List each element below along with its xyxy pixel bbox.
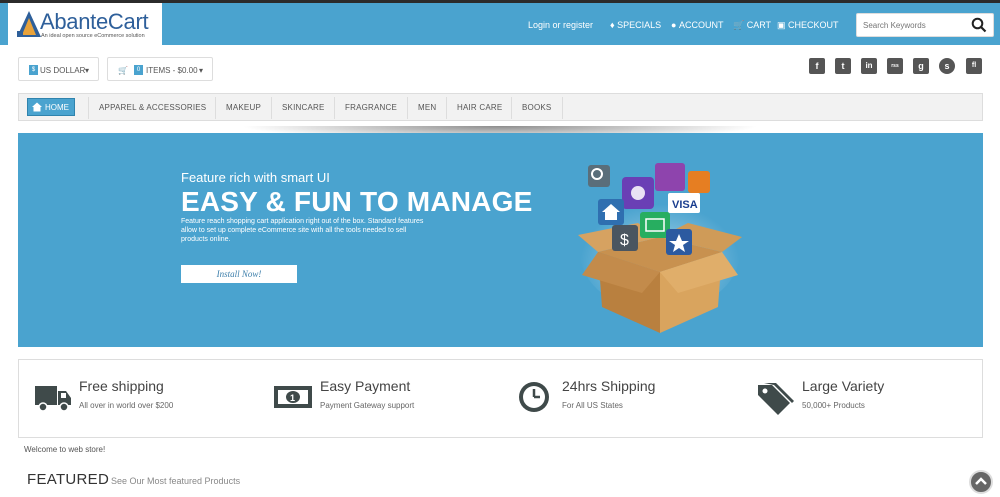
tags-icon	[758, 383, 794, 415]
box-illustration: VISA $	[578, 163, 742, 333]
scroll-to-top-button[interactable]	[969, 470, 993, 494]
search-input[interactable]	[857, 14, 967, 36]
nav-divider	[446, 97, 447, 119]
nav-apparel[interactable]: APPAREL & ACCESSORIES	[99, 103, 206, 112]
truck-icon	[35, 386, 71, 412]
install-now-button[interactable]: Install Now!	[181, 265, 297, 283]
nav-divider	[562, 97, 563, 119]
hero-banner: Feature rich with smart UI EASY & FUN TO…	[18, 133, 983, 347]
currency-badge: $	[29, 65, 38, 75]
login-link[interactable]: Login or register	[528, 20, 593, 30]
feature-subtitle: Payment Gateway support	[320, 401, 415, 410]
nav-divider	[271, 97, 272, 119]
caret-down-icon: ▾	[199, 66, 204, 75]
featured-subheading: See Our Most featured Products	[111, 476, 241, 486]
specials-link[interactable]: ♦ SPECIALS	[610, 20, 661, 30]
flickr-icon[interactable]: fl	[966, 58, 982, 74]
linkedin-icon[interactable]: in	[861, 58, 877, 74]
nav-hair-care[interactable]: HAIR CARE	[457, 103, 502, 112]
banknote-icon: 1	[274, 386, 312, 408]
welcome-text: Welcome to web store!	[24, 445, 106, 454]
nav-fragrance[interactable]: FRAGRANCE	[345, 103, 397, 112]
facebook-icon[interactable]: f	[809, 58, 825, 74]
feature-title: Easy Payment	[320, 378, 411, 394]
checkout-icon: ▣	[777, 20, 789, 30]
account-link[interactable]: ● ACCOUNT	[671, 20, 723, 30]
feature-title: 24hrs Shipping	[562, 378, 656, 394]
nav-divider	[88, 97, 89, 119]
logo-tagline: An ideal open source eCommerce solution	[41, 33, 145, 39]
feature-title: Free shipping	[79, 378, 164, 394]
search-icon[interactable]	[971, 17, 987, 33]
nav-men[interactable]: MEN	[418, 103, 436, 112]
nav-makeup[interactable]: MAKEUP	[226, 103, 261, 112]
feature-subtitle: All over in world over $200	[79, 401, 174, 410]
banner-title: EASY & FUN TO MANAGE	[181, 186, 533, 217]
nav-divider	[215, 97, 216, 119]
nav-divider	[334, 97, 335, 119]
logo-text: AbanteCart	[40, 9, 149, 34]
cart-dropdown[interactable]: 🛒 0 ITEMS - $0.00 ▾	[107, 57, 213, 81]
main-nav: HOME APPAREL & ACCESSORIES MAKEUP SKINCA…	[18, 93, 983, 121]
cart-count-badge: 0	[134, 65, 143, 75]
svg-text:$: $	[620, 232, 629, 249]
nav-home[interactable]: HOME	[27, 98, 75, 116]
twitter-icon[interactable]: t	[835, 58, 851, 74]
nav-books[interactable]: BOOKS	[522, 103, 551, 112]
chevron-up-icon	[975, 477, 987, 485]
features-strip: Free shipping All over in world over $20…	[18, 359, 983, 438]
nav-divider	[511, 97, 512, 119]
nav-divider	[407, 97, 408, 119]
home-icon	[32, 102, 42, 112]
banner-description: Feature reach shopping cart application …	[181, 218, 424, 243]
user-icon: ●	[671, 20, 679, 30]
featured-heading: FEATURED	[27, 471, 110, 488]
google-icon[interactable]: g	[913, 58, 929, 74]
skype-icon[interactable]: s	[939, 58, 955, 74]
cart-icon: 🛒	[118, 66, 128, 75]
feature-title: Large Variety	[802, 378, 885, 394]
svg-text:1: 1	[290, 393, 295, 403]
visa-label: VISA	[672, 199, 698, 211]
nav-skincare[interactable]: SKINCARE	[282, 103, 325, 112]
rss-icon[interactable]: rss	[887, 58, 903, 74]
logo[interactable]: AbanteCart An ideal open source eCommerc…	[8, 3, 162, 47]
feature-subtitle: For All US States	[562, 401, 623, 410]
currency-dropdown[interactable]: $ US DOLLAR ▾	[18, 57, 99, 81]
checkout-link[interactable]: ▣ CHECKOUT	[777, 20, 839, 31]
banner-subtitle: Feature rich with smart UI	[181, 170, 330, 185]
feature-subtitle: 50,000+ Products	[802, 401, 865, 410]
search-box	[856, 13, 994, 37]
cart-icon: 🛒	[733, 20, 747, 30]
caret-down-icon: ▾	[85, 66, 90, 75]
cart-total-label: ITEMS - $0.00	[146, 66, 198, 75]
clock-icon	[519, 382, 549, 412]
cart-link[interactable]: 🛒 CART	[733, 20, 771, 31]
currency-label: US DOLLAR	[40, 66, 86, 75]
top-header: AbanteCart An ideal open source eCommerc…	[0, 0, 1000, 47]
